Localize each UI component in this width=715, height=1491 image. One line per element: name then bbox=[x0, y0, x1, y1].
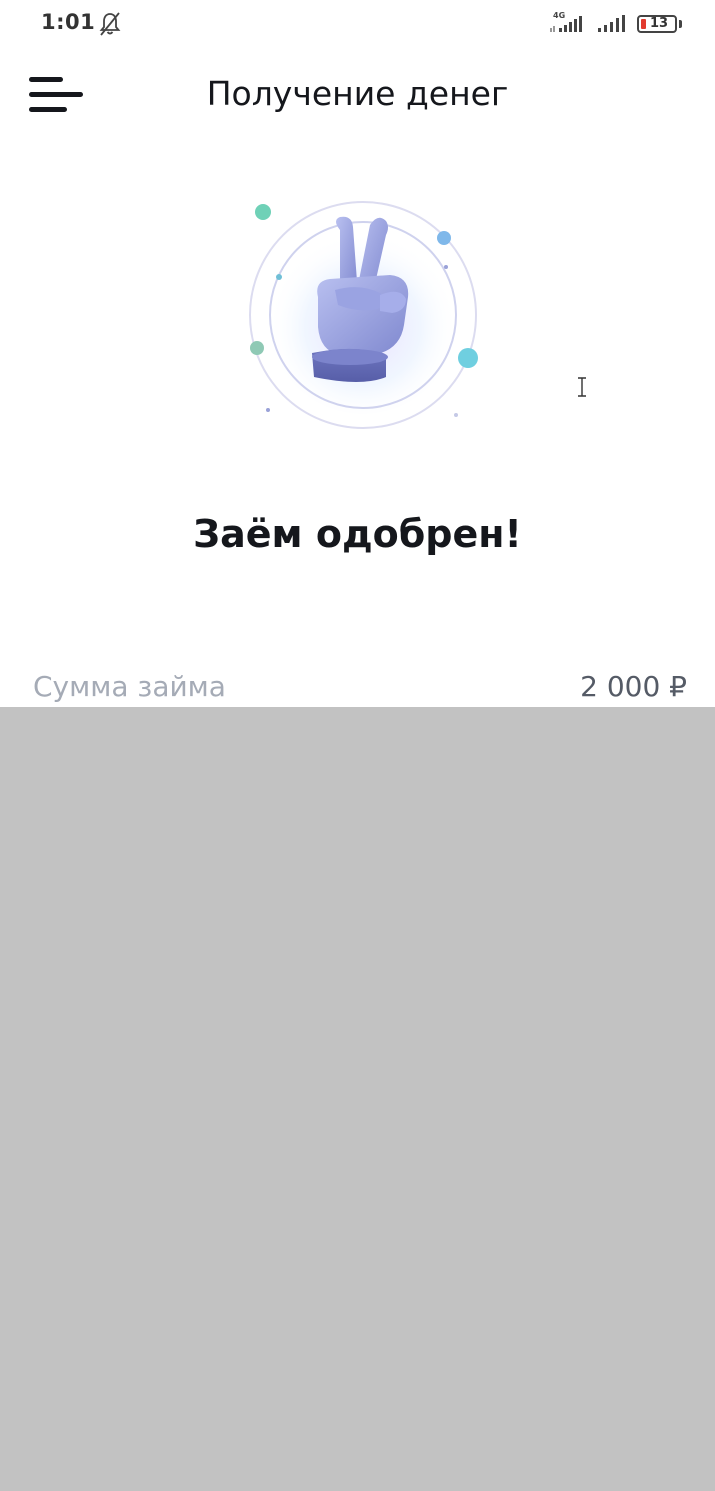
signal-icon: 4G bbox=[550, 11, 582, 32]
battery-fill bbox=[641, 19, 646, 29]
loan-amount-value: 2 000 ₽ bbox=[580, 670, 687, 703]
signal-icon bbox=[598, 15, 625, 32]
status-bar: 1:01 4G 13 bbox=[0, 0, 715, 50]
victory-hand-icon bbox=[249, 201, 478, 429]
approval-title: Заём одобрен! bbox=[193, 512, 522, 556]
page-title: Получение денег bbox=[206, 74, 509, 113]
loan-amount-label: Сумма займа bbox=[33, 670, 226, 703]
battery-tip bbox=[679, 20, 682, 28]
battery-level: 13 bbox=[650, 16, 669, 31]
bell-off-icon bbox=[99, 12, 121, 36]
text-cursor-icon bbox=[578, 377, 586, 397]
battery-icon: 13 bbox=[637, 15, 677, 33]
status-time: 1:01 bbox=[41, 10, 96, 34]
network-type-label: 4G bbox=[553, 11, 565, 20]
grey-overlay bbox=[0, 707, 715, 1491]
